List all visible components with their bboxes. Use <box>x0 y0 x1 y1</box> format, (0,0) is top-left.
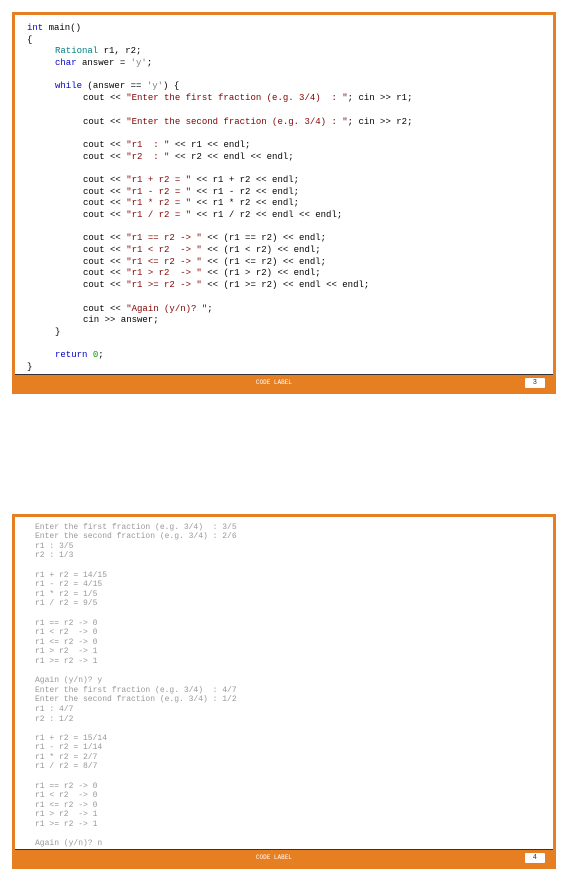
output-content: Enter the first fraction (e.g. 3/4) : 3/… <box>35 523 533 849</box>
code-line: cout << "r1 == r2 -> " << (r1 == r2) << … <box>27 233 541 245</box>
output-line: Enter the first fraction (e.g. 3/4) : 3/… <box>35 523 533 533</box>
code-line: while (answer == 'y') { <box>27 81 541 93</box>
code-line: cout << "r2 : " << r2 << endl << endl; <box>27 152 541 164</box>
code-line: int main() <box>27 23 541 35</box>
output-line <box>35 609 533 619</box>
code-line <box>27 222 541 234</box>
output-line: r1 * r2 = 1/5 <box>35 590 533 600</box>
output-line: r1 + r2 = 14/15 <box>35 571 533 581</box>
output-line: r1 / r2 = 8/7 <box>35 762 533 772</box>
output-line <box>35 772 533 782</box>
output-line: r1 : 3/5 <box>35 542 533 552</box>
output-line: r1 < r2 -> 0 <box>35 628 533 638</box>
output-line: r1 + r2 = 15/14 <box>35 734 533 744</box>
output-line: r1 : 4/7 <box>35 705 533 715</box>
footer-center-label: CODE LABEL <box>256 379 292 386</box>
code-line: cout << "r1 * r2 = " << r1 * r2 << endl; <box>27 198 541 210</box>
code-line: cout << "r1 <= r2 -> " << (r1 <= r2) << … <box>27 257 541 269</box>
code-line: cout << "r1 / r2 = " << r1 / r2 << endl … <box>27 210 541 222</box>
code-line: cout << "Enter the second fraction (e.g.… <box>27 117 541 129</box>
output-line: Again (y/n)? y <box>35 676 533 686</box>
code-line <box>27 128 541 140</box>
output-line: Enter the first fraction (e.g. 3/4) : 4/… <box>35 686 533 696</box>
output-panel: Enter the first fraction (e.g. 3/4) : 3/… <box>12 514 556 869</box>
page-number: 3 <box>525 378 545 388</box>
code-line: cout << "Again (y/n)? "; <box>27 304 541 316</box>
code-line <box>27 339 541 351</box>
code-line: cout << "r1 < r2 -> " << (r1 < r2) << en… <box>27 245 541 257</box>
code-line <box>27 163 541 175</box>
code-line: char answer = 'y'; <box>27 58 541 70</box>
output-line: r2 : 1/3 <box>35 551 533 561</box>
output-line <box>35 667 533 677</box>
footer-center-label: CODE LABEL <box>256 854 292 861</box>
source-code-panel: int main(){Rational r1, r2;char answer =… <box>12 12 556 394</box>
output-line: r1 > r2 -> 1 <box>35 647 533 657</box>
code-line: { <box>27 35 541 47</box>
code-line <box>27 292 541 304</box>
output-line: r1 > r2 -> 1 <box>35 810 533 820</box>
code-line: return 0; <box>27 350 541 362</box>
output-line: r1 >= r2 -> 1 <box>35 820 533 830</box>
output-line <box>35 561 533 571</box>
output-line: r1 - r2 = 4/15 <box>35 580 533 590</box>
code-line: } <box>27 327 541 339</box>
code-line: cin >> answer; <box>27 315 541 327</box>
output-line: r1 == r2 -> 0 <box>35 782 533 792</box>
code-line: Rational r1, r2; <box>27 46 541 58</box>
output-line: r1 <= r2 -> 0 <box>35 638 533 648</box>
output-line: Enter the second fraction (e.g. 3/4) : 1… <box>35 695 533 705</box>
panel-footer: CODE LABEL 4 <box>15 849 553 866</box>
code-line: cout << "r1 - r2 = " << r1 - r2 << endl; <box>27 187 541 199</box>
output-line <box>35 724 533 734</box>
code-line: cout << "r1 >= r2 -> " << (r1 >= r2) << … <box>27 280 541 292</box>
output-line: Again (y/n)? n <box>35 839 533 849</box>
code-line: cout << "r1 : " << r1 << endl; <box>27 140 541 152</box>
code-line: } <box>27 362 541 374</box>
code-line <box>27 105 541 117</box>
output-line: r1 >= r2 -> 1 <box>35 657 533 667</box>
page-number: 4 <box>525 853 545 863</box>
code-line: cout << "Enter the first fraction (e.g. … <box>27 93 541 105</box>
output-line: r1 == r2 -> 0 <box>35 619 533 629</box>
output-line: r1 < r2 -> 0 <box>35 791 533 801</box>
code-line <box>27 70 541 82</box>
output-line: r1 <= r2 -> 0 <box>35 801 533 811</box>
code-line: cout << "r1 > r2 -> " << (r1 > r2) << en… <box>27 268 541 280</box>
code-line: cout << "r1 + r2 = " << r1 + r2 << endl; <box>27 175 541 187</box>
output-line: r1 * r2 = 2/7 <box>35 753 533 763</box>
output-line: r2 : 1/2 <box>35 715 533 725</box>
panel-footer: CODE LABEL 3 <box>15 374 553 391</box>
output-line <box>35 830 533 840</box>
output-line: Enter the second fraction (e.g. 3/4) : 2… <box>35 532 533 542</box>
code-content: int main(){Rational r1, r2;char answer =… <box>27 23 541 374</box>
output-line: r1 - r2 = 1/14 <box>35 743 533 753</box>
output-line: r1 / r2 = 9/5 <box>35 599 533 609</box>
